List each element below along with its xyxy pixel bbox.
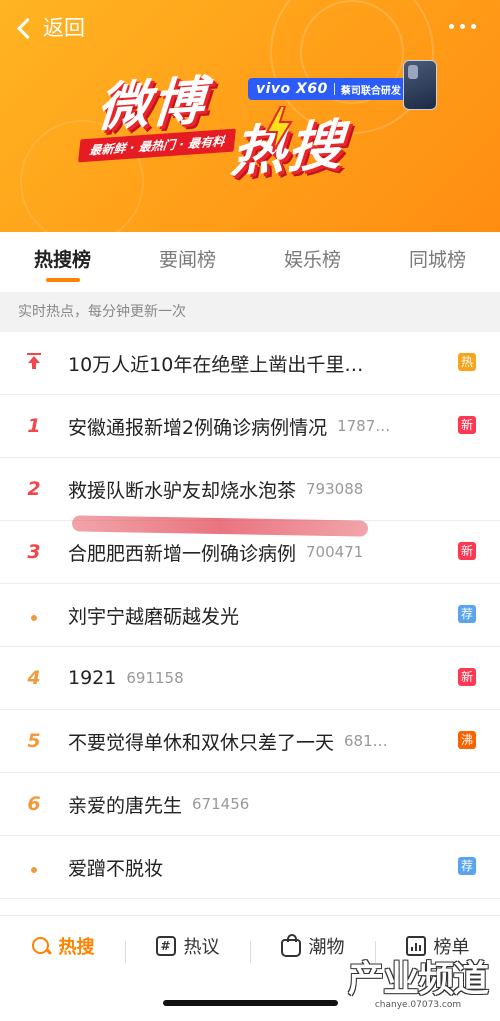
promoted-dot-icon [0,604,68,626]
list-item[interactable]: 刘宇宁越磨砺越发光 荐 [0,584,500,647]
pinned-top-icon [0,352,68,374]
watermark-title: 产业频道 [347,959,489,1000]
tab-news[interactable]: 要闻榜 [125,232,250,288]
new-badge: 新 [458,416,476,434]
item-title: 爱蹭不脱妆 [68,857,164,880]
sponsor-desc: 蔡司联合研发 [340,85,401,97]
item-count: 671456 [192,795,250,813]
rank-tabs: 热搜榜 要闻榜 娱乐榜 同城榜 [0,232,500,288]
nav-trends[interactable]: 潮物 [250,933,375,963]
new-badge: 新 [458,542,476,560]
realtime-notice: 实时热点，每分钟更新一次 [0,292,500,332]
nav-label: 榜单 [433,937,470,958]
list-item[interactable]: 1 安徽通报新增2例确诊病例情况 1787… 新 [0,395,500,458]
tab-hot-search[interactable]: 热搜榜 [0,232,125,288]
tab-local[interactable]: 同城榜 [375,232,500,288]
nav-label: 潮物 [308,937,345,958]
hash-icon: # [155,936,176,956]
home-indicator [163,1000,338,1006]
rank-number: 6 [27,793,41,815]
search-icon [31,936,51,956]
rank-number: 2 [27,478,41,500]
list-item[interactable]: 2 救援队断水驴友却烧水泡茶 793088 [0,458,500,521]
nav-hot-search[interactable]: 热搜 [0,933,125,959]
sponsor-badge[interactable]: vivo X60 蔡司联合研发 [248,78,409,100]
item-title: 不要觉得单休和双休只差了一天 [68,731,335,754]
logo-weibo-text: 微博 [95,71,209,139]
watermark-url: chanye.07073.com [374,1000,462,1010]
nav-rankings[interactable]: 榜单 [375,933,500,963]
watermark: 产业频道 chanye.07073.com [347,959,489,1011]
phone-image [403,60,437,110]
item-count: 1787… [337,417,391,435]
list-item[interactable]: 10万人近10年在绝壁上凿出千里… 热 [0,332,500,395]
recommend-badge: 荐 [458,857,476,875]
list-item[interactable]: 5 不要觉得单休和双休只差了一天 681… 沸 [0,710,500,773]
item-count: 793088 [306,480,364,498]
sponsor-divider [333,83,335,95]
item-title: 1921 [68,667,117,689]
item-count: 691158 [126,669,184,687]
chart-icon [405,936,426,956]
hot-badge: 热 [458,353,476,371]
list-item[interactable]: 4 1921 691158 新 [0,647,500,710]
item-title: 安徽通报新增2例确诊病例情况 [68,416,328,439]
rank-number: 5 [27,730,41,752]
item-title: 救援队断水驴友却烧水泡茶 [68,479,297,502]
realtime-notice-text: 实时热点，每分钟更新一次 [18,304,186,320]
bag-icon [280,934,301,957]
list-item[interactable]: 爱蹭不脱妆 荐 [0,836,500,899]
recommend-badge: 荐 [458,605,476,623]
item-title: 亲爱的唐先生 [68,794,183,817]
item-count: 700471 [306,543,364,561]
more-options-icon[interactable] [449,24,476,29]
tab-entertainment[interactable]: 娱乐榜 [250,232,375,288]
item-title: 合肥肥西新增一例确诊病例 [68,542,297,565]
nav-discussion[interactable]: # 热议 [125,933,250,963]
back-label: 返回 [43,16,85,40]
back-button[interactable]: 返回 [16,12,85,42]
rank-number: 3 [27,541,41,563]
rank-number: 1 [27,415,41,437]
hot-search-list: 10万人近10年在绝壁上凿出千里… 热 1 安徽通报新增2例确诊病例情况 178… [0,332,500,899]
lightning-icon [265,106,293,152]
sponsor-brand: vivo X60 [256,81,328,97]
item-title: 刘宇宁越磨砺越发光 [68,605,240,628]
list-item[interactable]: 6 亲爱的唐先生 671456 [0,773,500,836]
nav-label: 热议 [183,937,220,958]
item-count: 681… [344,732,388,750]
hot-search-banner: 返回 微博 热搜 最新鲜 · 最热门 · 最有料 vivo X60 蔡司联合研发 [0,0,500,232]
boiling-badge: 沸 [458,731,476,749]
rank-number: 4 [27,667,41,689]
nav-label: 热搜 [58,937,95,958]
chevron-left-icon [16,17,39,39]
new-badge: 新 [458,668,476,686]
item-title: 10万人近10年在绝壁上凿出千里… [68,353,364,376]
promoted-dot-icon [0,856,68,878]
